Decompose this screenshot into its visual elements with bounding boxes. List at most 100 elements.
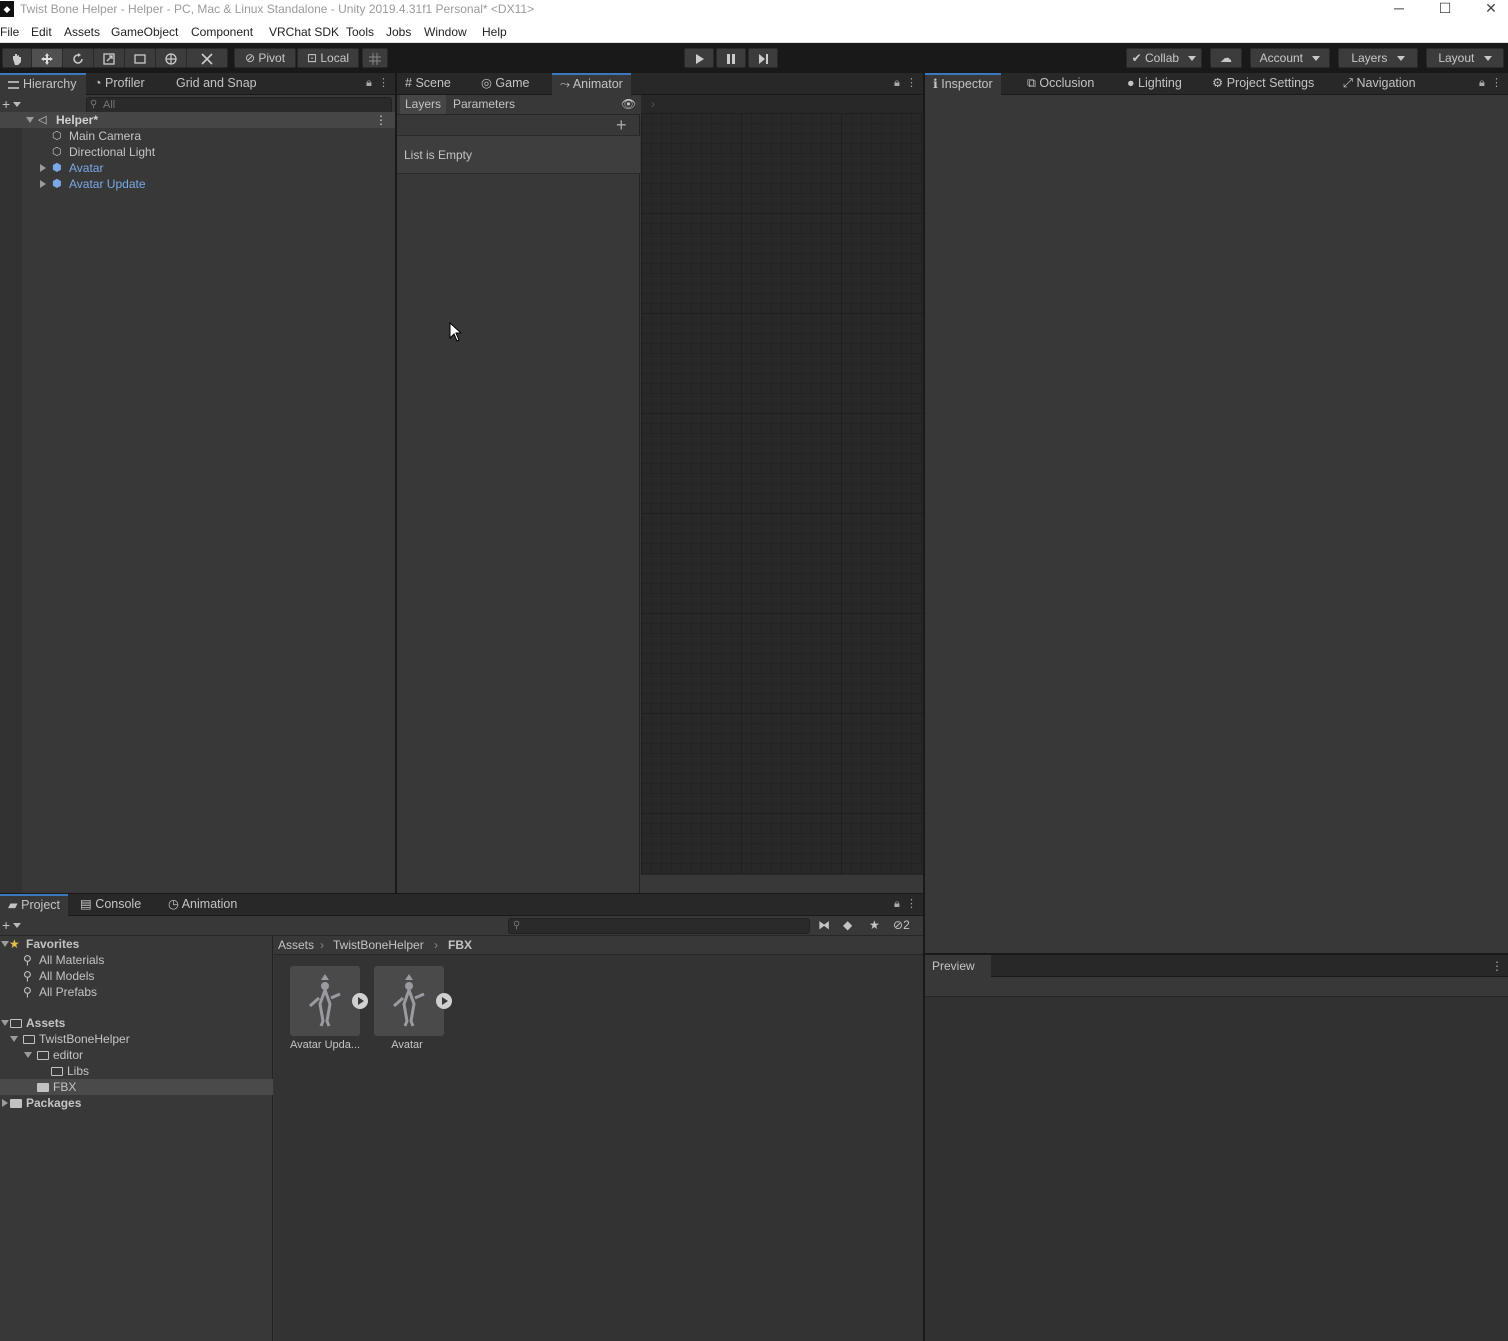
add-dropdown-arrow-icon[interactable]: [13, 923, 21, 928]
scale-tool-icon[interactable]: [93, 48, 125, 68]
tab-occlusion[interactable]: ⧉ Occlusion: [1019, 73, 1102, 95]
breadcrumb-item-current[interactable]: FBX: [448, 938, 472, 952]
tab-game-label: Game: [495, 76, 530, 90]
move-tool-icon[interactable]: [31, 48, 63, 68]
transform-tool-icon[interactable]: [155, 48, 187, 68]
hierarchy-item[interactable]: ⬡ Main Camera: [0, 128, 395, 144]
tab-animation[interactable]: ◷ Animation: [160, 894, 245, 916]
kebab-menu-icon[interactable]: ⋮: [1491, 959, 1503, 973]
tab-grid-and-snap[interactable]: Grid and Snap: [168, 73, 265, 95]
model-thumbnail[interactable]: [374, 966, 444, 1036]
breadcrumb-item[interactable]: Assets: [278, 938, 314, 952]
fold-down-icon[interactable]: [26, 117, 34, 123]
tab-scene[interactable]: # Scene: [397, 73, 459, 95]
folder-open-icon: [23, 1035, 35, 1044]
account-dropdown[interactable]: Account: [1250, 48, 1330, 68]
fold-right-icon[interactable]: [40, 180, 46, 188]
filter-by-label-icon[interactable]: ◆: [843, 918, 852, 932]
tab-hierarchy[interactable]: Hierarchy: [0, 73, 86, 95]
hierarchy-item[interactable]: ⬢ Avatar: [0, 160, 395, 176]
pivot-toggle[interactable]: ⊘ Pivot: [234, 48, 296, 68]
menu-edit[interactable]: Edit: [31, 25, 52, 39]
play-preview-icon[interactable]: [352, 993, 368, 1009]
kebab-menu-icon[interactable]: ⋮: [906, 77, 917, 89]
play-button[interactable]: [684, 48, 714, 68]
lock-icon[interactable]: 🔒︎: [894, 898, 900, 910]
fold-down-icon[interactable]: [1, 1020, 9, 1026]
tab-animator[interactable]: ⤳ Animator: [552, 73, 631, 95]
star-icon[interactable]: ★: [869, 918, 880, 932]
hand-tool-icon[interactable]: [2, 48, 32, 68]
add-dropdown-arrow-icon[interactable]: [13, 102, 21, 107]
tab-preview[interactable]: Preview: [925, 955, 991, 977]
close-button[interactable]: ✕: [1468, 0, 1508, 20]
subtab-parameters[interactable]: Parameters: [448, 95, 520, 114]
tab-inspector[interactable]: ℹ Inspector: [925, 73, 1001, 95]
tab-navigation[interactable]: ⤢ Navigation: [1335, 73, 1424, 95]
menu-gameobject[interactable]: GameObject: [111, 25, 178, 39]
local-toggle[interactable]: ⊡ Local: [297, 48, 359, 68]
tab-project[interactable]: ▰ Project: [0, 894, 69, 916]
maximize-button[interactable]: ☐: [1422, 0, 1468, 20]
folder-row-selected[interactable]: FBX: [0, 1079, 273, 1095]
hierarchy-scene-row[interactable]: ◁ Helper* ⋮: [0, 112, 395, 128]
layers-dropdown[interactable]: Layers: [1338, 48, 1418, 68]
project-search-input[interactable]: ⚲: [508, 918, 810, 934]
grid-snap-icon[interactable]: [362, 48, 388, 68]
breadcrumb-item[interactable]: TwistBoneHelper: [333, 938, 424, 952]
subtab-layers[interactable]: Layers: [400, 95, 447, 114]
pause-button[interactable]: [716, 48, 746, 68]
favorite-item-label: All Models: [39, 969, 95, 983]
add-icon[interactable]: +: [2, 917, 10, 933]
lock-icon[interactable]: 🔒︎: [366, 77, 372, 89]
menu-jobs[interactable]: Jobs: [386, 25, 411, 39]
model-thumbnail[interactable]: [290, 966, 360, 1036]
rect-tool-icon[interactable]: [124, 48, 156, 68]
custom-tool-icon[interactable]: [186, 48, 228, 68]
animator-graph-canvas[interactable]: [641, 113, 923, 875]
lock-icon[interactable]: 🔒︎: [1479, 77, 1485, 89]
lock-icon[interactable]: 🔒︎: [894, 77, 900, 89]
menu-assets[interactable]: Assets: [64, 25, 100, 39]
step-button[interactable]: [748, 48, 778, 68]
play-preview-icon[interactable]: [436, 993, 452, 1009]
animator-sidebar: Layers Parameters 👁︎ + List is Empty: [397, 95, 640, 893]
layers-label: Layers: [1351, 51, 1388, 65]
tab-lighting[interactable]: ● Lighting: [1119, 73, 1190, 95]
cloud-icon[interactable]: ☁: [1210, 48, 1242, 68]
tab-console[interactable]: ▤ Console: [72, 894, 149, 916]
tab-game[interactable]: ◎ Game: [473, 73, 537, 95]
horizontal-scrollbar[interactable]: [641, 875, 923, 893]
hierarchy-search-input[interactable]: ⚲ All: [86, 97, 392, 113]
kebab-menu-icon[interactable]: ⋮: [378, 77, 389, 89]
menu-tools[interactable]: Tools: [346, 25, 374, 39]
favorites-row[interactable]: ★ Favorites: [0, 936, 273, 952]
kebab-menu-icon[interactable]: ⋮: [906, 898, 917, 910]
add-layer-icon[interactable]: +: [616, 115, 627, 136]
menu-file[interactable]: File: [0, 25, 19, 39]
menu-window[interactable]: Window: [424, 25, 467, 39]
fold-right-icon[interactable]: [40, 164, 46, 172]
folder-empty-icon: [51, 1067, 63, 1076]
fold-down-icon[interactable]: [1, 941, 9, 947]
layout-dropdown[interactable]: Layout: [1426, 48, 1504, 68]
minimize-button[interactable]: ─: [1376, 0, 1422, 20]
menu-vrchat-sdk[interactable]: VRChat SDK: [269, 25, 339, 39]
kebab-menu-icon[interactable]: ⋮: [1491, 77, 1502, 89]
eye-icon[interactable]: 👁︎: [621, 97, 636, 111]
fold-down-icon[interactable]: [10, 1036, 18, 1042]
menu-help[interactable]: Help: [482, 25, 507, 39]
hierarchy-item[interactable]: ⬢ Avatar Update: [0, 176, 395, 192]
fold-right-icon[interactable]: [2, 1099, 8, 1107]
collab-dropdown[interactable]: ✔ Collab: [1126, 48, 1202, 68]
rotate-tool-icon[interactable]: [62, 48, 94, 68]
add-icon[interactable]: +: [2, 96, 10, 112]
hierarchy-item[interactable]: ⬡ Directional Light: [0, 144, 395, 160]
hidden-packages-toggle[interactable]: ⊘2: [893, 918, 910, 932]
filter-by-type-icon[interactable]: ⧓: [818, 918, 830, 932]
scene-menu-icon[interactable]: ⋮: [375, 112, 387, 128]
tab-project-settings[interactable]: ⚙ Project Settings: [1204, 73, 1322, 95]
menu-component[interactable]: Component: [191, 25, 253, 39]
tab-profiler[interactable]: ◔ Profiler: [86, 73, 153, 95]
fold-down-icon[interactable]: [24, 1052, 32, 1058]
